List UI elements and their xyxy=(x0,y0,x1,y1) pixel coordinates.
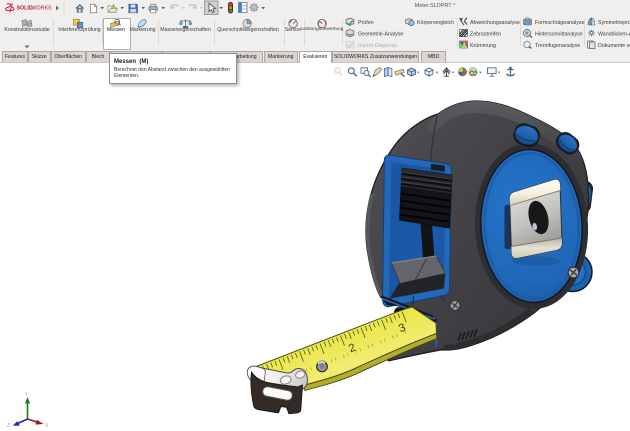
svg-text:Y: Y xyxy=(25,392,29,398)
svg-text:Z: Z xyxy=(7,423,10,429)
svg-text:X: X xyxy=(45,423,49,429)
